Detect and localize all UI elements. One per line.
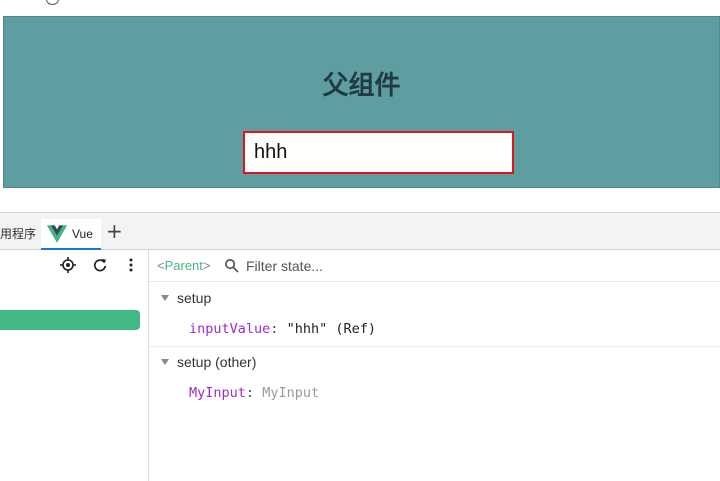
parent-title: 父组件 <box>322 71 401 101</box>
state-row[interactable]: MyInput: MyInput <box>189 385 319 401</box>
state-inspector-pane: <Parent> setup inputValue: "hhh" (Ref) <box>149 250 720 481</box>
tree-toolbar <box>0 250 149 282</box>
inspector-toolbar: <Parent> <box>149 250 720 282</box>
target-icon-graphic <box>60 257 76 273</box>
component-name: Parent <box>164 258 203 273</box>
app-viewport: 父组件 <box>0 0 720 212</box>
collapse-triangle-icon <box>161 359 169 365</box>
tab-vue[interactable]: Vue <box>41 219 101 250</box>
tab-application[interactable]: 用程序 <box>0 225 36 242</box>
more-vertical-icon-graphic <box>129 258 133 272</box>
component-bracket-open: < <box>157 258 165 273</box>
component-tree-pane <box>0 250 149 481</box>
devtools-tabbar: 用程序 Vue + <box>0 213 720 250</box>
state-value: "hhh" (Ref) <box>286 321 376 337</box>
section-title: setup <box>177 290 212 306</box>
filter-state-input[interactable] <box>246 254 546 278</box>
parent-component: 父组件 <box>3 16 720 188</box>
search-icon-graphic <box>225 259 239 273</box>
search-icon <box>224 258 240 274</box>
selected-component-name: <Parent> <box>157 258 211 273</box>
state-row[interactable]: inputValue: "hhh" (Ref) <box>189 321 376 337</box>
state-separator: : <box>245 385 255 401</box>
mouse-cursor-icon <box>46 0 59 5</box>
setup-section-toggle[interactable]: setup <box>161 290 211 306</box>
setup-other-section-toggle[interactable]: setup (other) <box>161 354 256 370</box>
state-key: inputValue <box>189 321 271 337</box>
section-title: setup (other) <box>177 354 257 370</box>
vue-logo-icon <box>47 224 67 243</box>
component-bracket-close: > <box>202 258 211 273</box>
tab-vue-label: Vue <box>72 226 93 241</box>
state-key: MyInput <box>189 385 246 401</box>
more-vertical-icon[interactable] <box>122 256 140 274</box>
section-divider <box>149 346 720 347</box>
state-separator: : <box>270 321 279 337</box>
collapse-triangle-icon <box>161 295 169 301</box>
tree-node-selected[interactable] <box>0 310 140 330</box>
target-icon[interactable] <box>59 256 77 274</box>
state-value: MyInput <box>262 385 320 401</box>
devtools-panel: 用程序 Vue + <Parent> Filter state... setup… <box>0 212 720 481</box>
refresh-icon-graphic <box>93 258 107 272</box>
child-input-field[interactable] <box>243 131 514 174</box>
refresh-icon[interactable] <box>91 256 109 274</box>
add-tab-button[interactable]: + <box>106 219 123 243</box>
